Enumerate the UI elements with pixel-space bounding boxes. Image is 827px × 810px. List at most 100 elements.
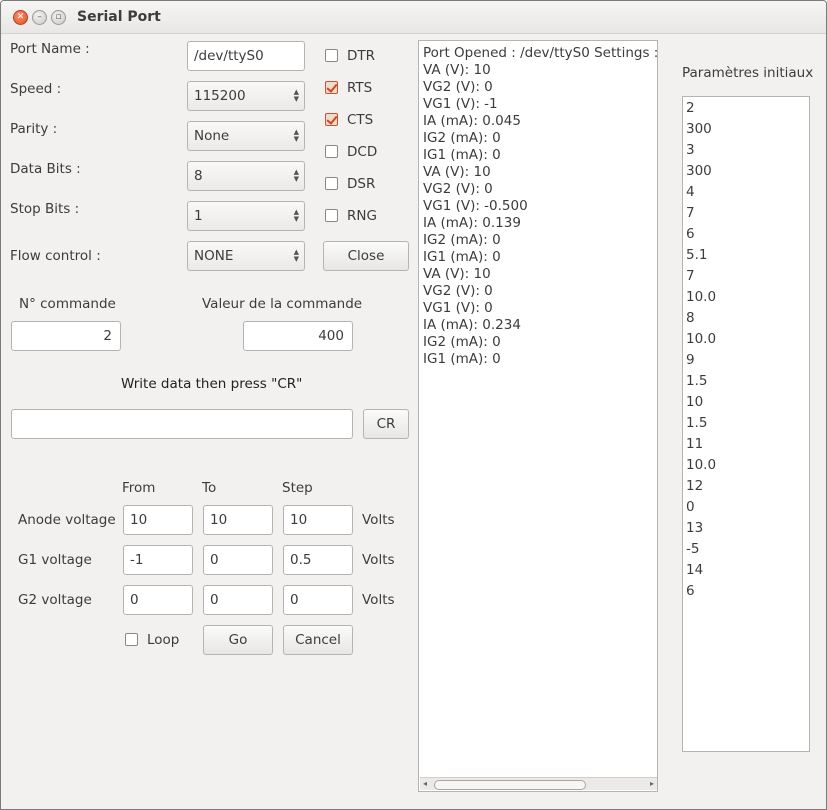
cr-button[interactable]: CR [363,409,409,439]
signal-label-dsr: DSR [347,176,376,192]
param-item[interactable]: 0 [686,499,695,515]
anode-step-input[interactable]: 10 [283,505,353,535]
log-line: VG2 (V): 0 [423,283,493,299]
scrollbar-thumb[interactable] [434,780,586,790]
param-item[interactable]: 10 [686,394,703,410]
signal-checkbox-dcd[interactable] [325,145,338,158]
log-line: IA (mA): 0.234 [423,317,521,333]
log-line: Port Opened : /dev/ttyS0 Settings : [423,45,659,61]
log-line: VA (V): 10 [423,164,491,180]
flow-control-label: Flow control : [10,248,101,264]
signal-checkbox-dtr[interactable] [325,49,338,62]
g1-step-input[interactable]: 0.5 [283,545,353,575]
param-item[interactable]: 10.0 [686,457,716,473]
g1-from-input[interactable]: -1 [123,545,193,575]
spin-arrows-icon: ▲ ▼ [293,208,299,223]
flow-control-select[interactable]: NONE ▲ ▼ [187,241,305,271]
param-item[interactable]: 11 [686,436,703,452]
params-list[interactable]: 2 300 3 300 4 7 6 5.1 7 10.0 8 10.0 9 1.5 10 1.5 11 10.0 1… [682,96,810,752]
param-item[interactable]: 10.0 [686,289,716,305]
log-line: VA (V): 10 [423,62,491,78]
param-item[interactable]: 14 [686,562,703,578]
anode-voltage-label: Anode voltage [18,512,116,528]
g2-step-input[interactable]: 0 [283,585,353,615]
loop-label: Loop [147,632,180,648]
port-name-input[interactable]: /dev/ttyS0 [187,41,305,71]
command-number-label: N° commande [19,296,116,312]
data-bits-value: 8 [194,168,203,184]
param-item[interactable]: 1.5 [686,373,707,389]
param-item[interactable]: 10.0 [686,331,716,347]
g2-to-input[interactable]: 0 [203,585,273,615]
spin-arrows-icon: ▲ ▼ [293,248,299,263]
window-title: Serial Port [77,9,161,25]
param-item[interactable]: 1.5 [686,415,707,431]
params-title: Paramètres initiaux [682,65,814,81]
log-line: VG1 (V): -1 [423,96,498,112]
log-line: IG1 (mA): 0 [423,249,501,265]
stop-bits-value: 1 [194,208,203,224]
stop-bits-label: Stop Bits : [10,201,80,217]
param-item[interactable]: 300 [686,163,712,179]
param-item[interactable]: 2 [686,100,695,116]
stop-bits-select[interactable]: 1 ▲ ▼ [187,201,305,231]
write-data-input[interactable] [11,409,353,439]
write-data-label: Write data then press "CR" [121,376,303,392]
g1-voltage-label: G1 voltage [18,552,92,568]
param-item[interactable]: 13 [686,520,703,536]
param-item[interactable]: -5 [686,541,699,557]
maximize-window-icon[interactable]: ▫ [51,10,66,25]
param-item[interactable]: 12 [686,478,703,494]
param-item[interactable]: 3 [686,142,695,158]
scroll-right-icon[interactable]: ▸ [650,778,654,790]
signal-checkbox-rng[interactable] [325,209,338,222]
log-line: IG1 (mA): 0 [423,351,501,367]
anode-from-input[interactable]: 10 [123,505,193,535]
command-number-input[interactable]: 2 [11,321,121,351]
spin-arrows-icon: ▲ ▼ [293,128,299,143]
anode-to-input[interactable]: 10 [203,505,273,535]
log-line: VG2 (V): 0 [423,79,493,95]
g1-unit-label: Volts [362,552,395,568]
from-header: From [122,480,156,496]
param-item[interactable]: 300 [686,121,712,137]
close-window-icon[interactable]: ✕ [13,10,28,25]
command-value-input[interactable]: 400 [243,321,353,351]
param-item[interactable]: 5.1 [686,247,707,263]
param-item[interactable]: 7 [686,205,695,221]
signal-checkbox-rts[interactable] [325,81,338,94]
param-item[interactable]: 9 [686,352,695,368]
g1-to-input[interactable]: 0 [203,545,273,575]
parity-select[interactable]: None ▲ ▼ [187,121,305,151]
close-port-button[interactable]: Close [323,241,409,271]
parity-value: None [194,128,230,144]
data-bits-label: Data Bits : [10,161,81,177]
signal-checkbox-dsr[interactable] [325,177,338,190]
to-header: To [202,480,217,496]
g2-from-input[interactable]: 0 [123,585,193,615]
log-line: IA (mA): 0.139 [423,215,521,231]
spin-arrows-icon: ▲ ▼ [293,88,299,103]
param-item[interactable]: 7 [686,268,695,284]
param-item[interactable]: 6 [686,583,695,599]
g2-unit-label: Volts [362,592,395,608]
param-item[interactable]: 4 [686,184,695,200]
param-item[interactable]: 8 [686,310,695,326]
param-item[interactable]: 6 [686,226,695,242]
log-line: VG1 (V): -0.500 [423,198,528,214]
signal-label-cts: CTS [347,112,374,128]
log-panel[interactable]: Port Opened : /dev/ttyS0 Settings : VA (V… [418,40,658,792]
loop-checkbox[interactable] [125,633,138,646]
speed-select[interactable]: 115200 ▲ ▼ [187,81,305,111]
signal-checkbox-cts[interactable] [325,113,338,126]
cancel-button[interactable]: Cancel [283,625,353,655]
scroll-left-icon[interactable]: ◂ [423,778,427,790]
go-button[interactable]: Go [203,625,273,655]
horizontal-scrollbar[interactable]: ◂ ▸ [420,777,657,790]
speed-value: 115200 [194,88,246,104]
spin-arrows-icon: ▲ ▼ [293,168,299,183]
anode-unit-label: Volts [362,512,395,528]
data-bits-select[interactable]: 8 ▲ ▼ [187,161,305,191]
serial-port-window: ✕ – ▫ Serial Port Port Name : /dev/ttyS0… [0,0,827,810]
minimize-window-icon[interactable]: – [32,10,47,25]
